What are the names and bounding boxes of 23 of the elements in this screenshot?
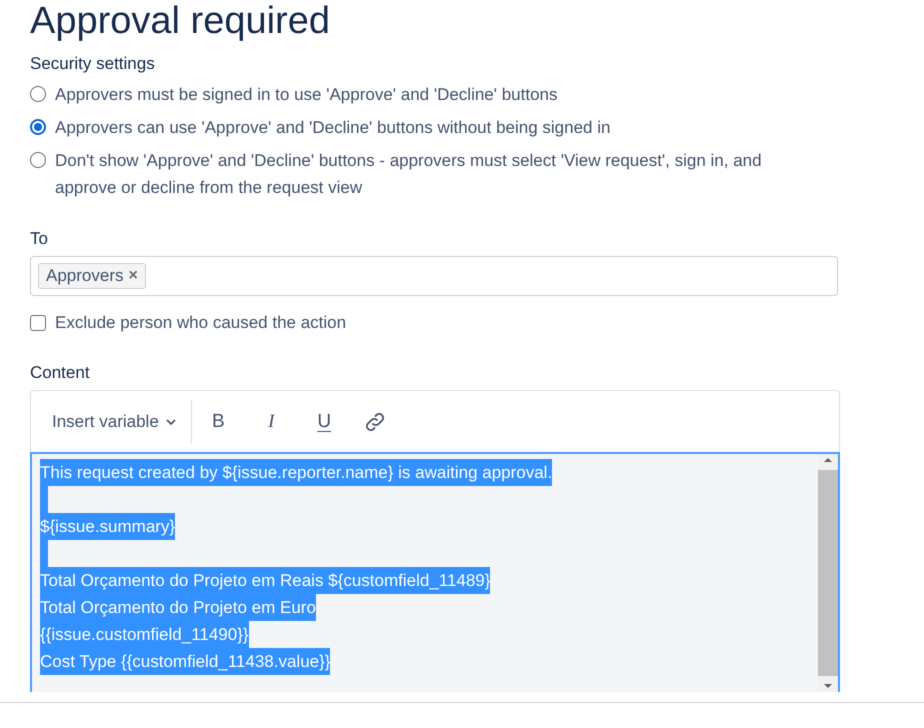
radio-label: Approvers can use 'Approve' and 'Decline' buttons without being signed in [55, 117, 610, 139]
underline-button[interactable]: U [298, 410, 351, 432]
tag-label: Approvers [46, 266, 124, 286]
italic-button[interactable]: I [244, 410, 298, 432]
field-label: To [30, 228, 49, 250]
chevron-down-icon [164, 418, 177, 426]
checkbox[interactable] [30, 315, 46, 331]
radio-button[interactable] [30, 152, 46, 168]
recipients-field[interactable]: Approvers × [30, 256, 838, 296]
radio-label: Approvers must be signed in to use 'Approve' and 'Decline' buttons [55, 84, 558, 106]
section-label: Security settings [30, 53, 156, 75]
bold-button[interactable]: B [192, 410, 245, 432]
checkbox-label: Exclude person who caused the action [55, 313, 346, 333]
page-title: Approval required [30, 0, 331, 44]
radio-button[interactable] [30, 119, 46, 135]
field-label: Content [30, 362, 91, 384]
content-editor[interactable] [30, 452, 840, 692]
radio-label: Don't show 'Approve' and 'Decline' buttons - approvers must select 'View request', sign in, and approve or decline from the request view [55, 150, 763, 199]
scrollbar[interactable] [817, 454, 838, 692]
remove-tag-button[interactable]: × [128, 268, 138, 284]
scrollbar-thumb[interactable] [818, 470, 838, 676]
insert-variable-dropdown[interactable]: Insert variable [52, 400, 192, 444]
radio-button[interactable] [30, 86, 46, 102]
